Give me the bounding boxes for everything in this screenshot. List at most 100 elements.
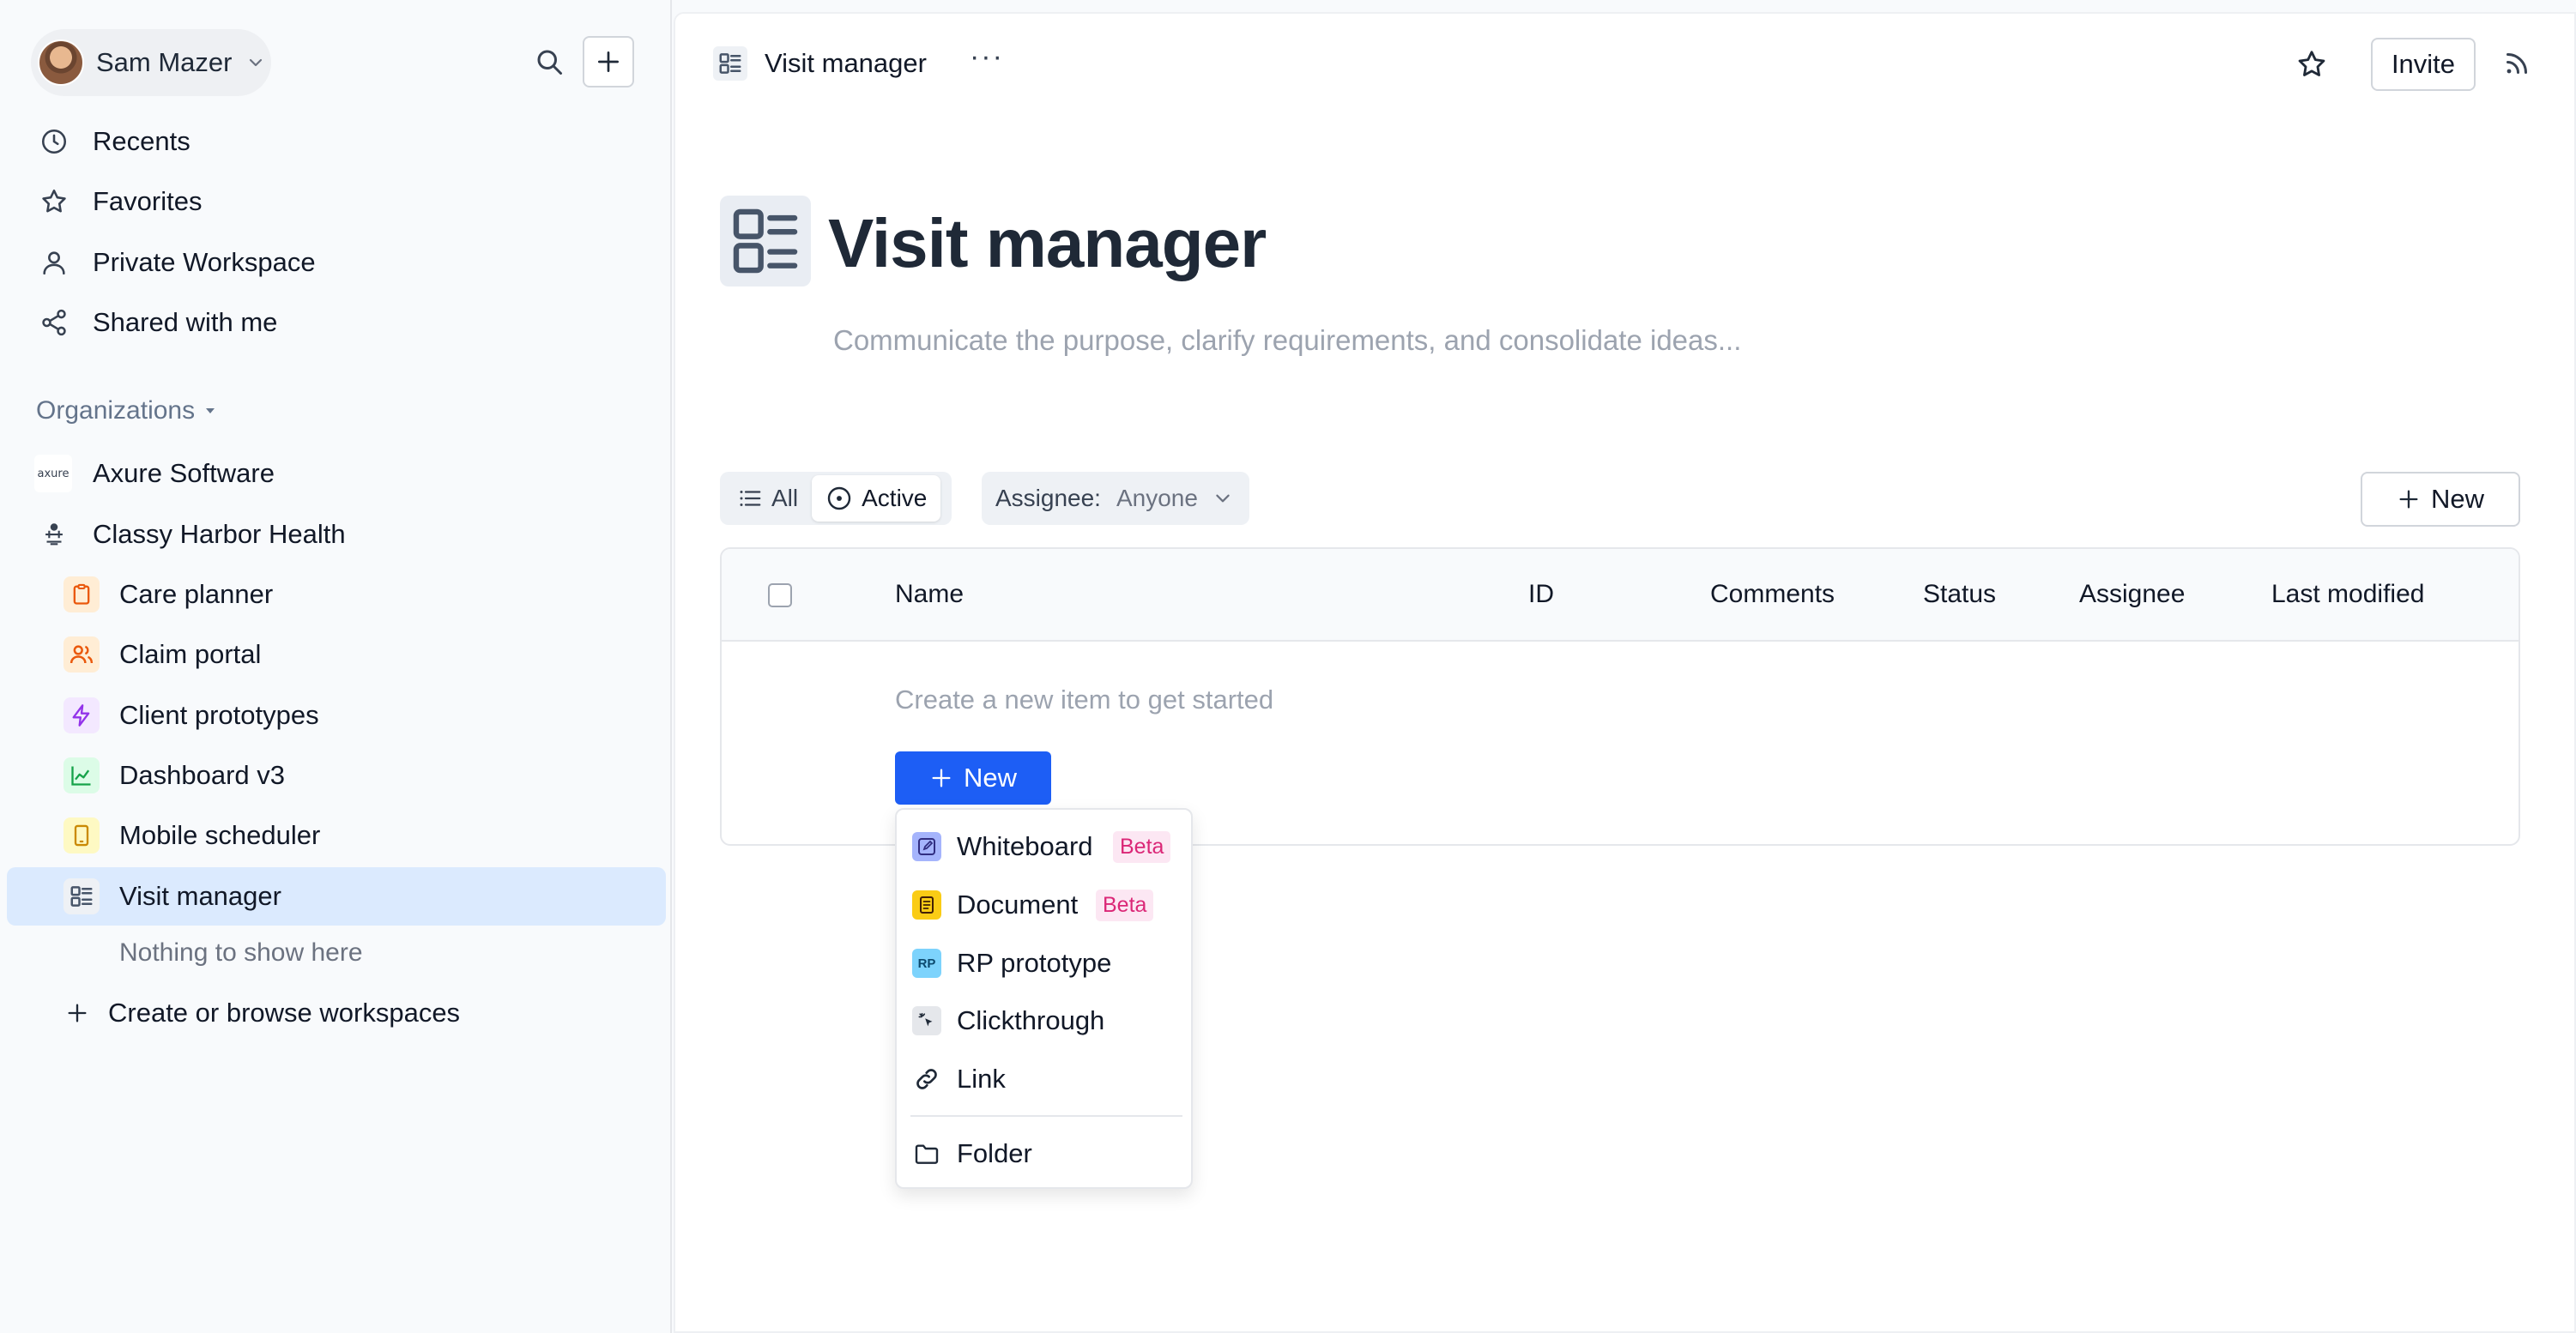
list-layout-icon — [713, 46, 747, 81]
folder-icon — [912, 1139, 941, 1168]
workspace-dashboard-v3[interactable]: Dashboard v3 — [7, 746, 666, 805]
user-name: Sam Mazer — [96, 47, 233, 77]
nav-favorites[interactable]: Favorites — [7, 172, 666, 231]
menu-item-rp-prototype[interactable]: RP RP prototype — [897, 937, 1191, 990]
rp-prototype-icon: RP — [912, 949, 941, 978]
favorite-button[interactable] — [2295, 48, 2328, 81]
workspace-visit-manager[interactable]: Visit manager — [7, 867, 666, 926]
star-icon — [2295, 48, 2328, 81]
create-browse-workspaces-button[interactable]: Create or browse workspaces — [65, 998, 460, 1028]
org-classy-harbor-health[interactable]: Classy Harbor Health — [7, 505, 666, 564]
nav-private-workspace[interactable]: Private Workspace — [7, 233, 666, 292]
caret-down-icon — [203, 404, 217, 418]
list-layout-icon — [729, 204, 802, 278]
workspace-client-prototypes[interactable]: Client prototypes — [7, 686, 666, 745]
workspace-care-planner[interactable]: Care planner — [7, 565, 666, 624]
user-menu-button[interactable]: Sam Mazer — [31, 29, 271, 96]
assignee-filter-dropdown[interactable]: Assignee: Anyone — [982, 472, 1249, 525]
workspace-label: Dashboard v3 — [119, 760, 286, 790]
filter-active-button[interactable]: Active — [812, 475, 941, 522]
beta-badge: Beta — [1096, 889, 1154, 921]
assignee-filter-label: Assignee: — [995, 485, 1101, 511]
workspace-label: Care planner — [119, 579, 274, 609]
select-all-checkbox[interactable] — [768, 583, 792, 607]
page-title[interactable]: Visit manager — [828, 204, 1267, 283]
clipboard-icon — [63, 576, 100, 612]
assignee-filter-value: Anyone — [1116, 485, 1198, 511]
breadcrumb-title: Visit manager — [765, 48, 927, 78]
workspace-label: Client prototypes — [119, 700, 319, 730]
add-button[interactable] — [583, 36, 634, 87]
workspace-label: Mobile scheduler — [119, 820, 321, 850]
more-options-button[interactable]: ··· — [970, 40, 1004, 74]
column-header-id[interactable]: ID — [1528, 580, 1554, 609]
whiteboard-icon — [912, 832, 941, 861]
classy-harbor-logo-icon — [38, 518, 70, 551]
nav-recents[interactable]: Recents — [7, 112, 666, 171]
column-header-comments[interactable]: Comments — [1710, 580, 1835, 609]
nav-shared-with-me[interactable]: Shared with me — [7, 293, 666, 352]
column-header-last-modified[interactable]: Last modified — [2271, 580, 2424, 609]
list-icon — [737, 486, 763, 511]
empty-table-hint: Create a new item to get started — [895, 685, 1274, 715]
nav-private-label: Private Workspace — [93, 247, 316, 277]
organizations-header[interactable]: Organizations — [36, 396, 217, 425]
chart-icon — [63, 757, 100, 793]
search-button[interactable] — [523, 36, 575, 87]
filter-all-button[interactable]: All — [723, 475, 812, 522]
beta-badge: Beta — [1113, 830, 1171, 863]
menu-item-label: Folder — [957, 1138, 1032, 1168]
menu-item-label: Clickthrough — [957, 1005, 1105, 1035]
page-description[interactable]: Communicate the purpose, clarify require… — [833, 324, 1741, 357]
star-icon — [38, 185, 70, 218]
workspace-label: Visit manager — [119, 881, 281, 911]
table-header: Name ID Comments Status Assignee Last mo… — [722, 549, 2519, 642]
filter-active-label: Active — [862, 485, 928, 511]
org-axure-software[interactable]: axure Axure Software — [7, 444, 666, 503]
menu-item-clickthrough[interactable]: Clickthrough — [897, 994, 1191, 1047]
create-workspaces-label: Create or browse workspaces — [108, 998, 461, 1028]
column-header-status[interactable]: Status — [1923, 580, 1996, 609]
search-icon — [534, 46, 565, 77]
link-icon — [912, 1065, 941, 1094]
menu-item-document[interactable]: Document Beta — [897, 878, 1191, 932]
menu-item-label: RP prototype — [957, 948, 1112, 978]
users-icon — [63, 636, 100, 673]
invite-button[interactable]: Invite — [2371, 38, 2476, 91]
create-new-item-label: New — [963, 763, 1017, 793]
menu-item-folder[interactable]: Folder — [897, 1127, 1191, 1180]
create-new-item-button[interactable]: New — [895, 751, 1051, 805]
axure-logo-text: axure — [37, 467, 70, 480]
user-icon — [38, 246, 70, 279]
nav-shared-label: Shared with me — [93, 307, 278, 337]
avatar — [38, 39, 84, 86]
empty-workspace-note: Nothing to show here — [119, 938, 363, 967]
menu-item-whiteboard[interactable]: Whiteboard Beta — [897, 820, 1191, 873]
rss-icon — [2501, 48, 2532, 79]
plus-icon — [65, 1001, 89, 1025]
new-item-label: New — [2430, 484, 2484, 514]
page-icon[interactable] — [720, 196, 811, 287]
share-icon — [38, 306, 70, 339]
org-label: Axure Software — [93, 458, 275, 488]
filter-all-label: All — [771, 485, 799, 511]
menu-divider — [910, 1115, 1182, 1117]
workspace-claim-portal[interactable]: Claim portal — [7, 625, 666, 684]
items-table: Name ID Comments Status Assignee Last mo… — [720, 547, 2520, 846]
new-item-button[interactable]: New — [2361, 472, 2520, 527]
document-icon — [912, 890, 941, 920]
column-header-assignee[interactable]: Assignee — [2079, 580, 2185, 609]
rp-badge-text: RP — [917, 956, 936, 971]
menu-item-link[interactable]: Link — [897, 1053, 1191, 1106]
new-item-menu: Whiteboard Beta Document Beta RP RP prot… — [895, 808, 1193, 1189]
rss-feed-button[interactable] — [2501, 48, 2532, 79]
plus-icon — [595, 48, 622, 75]
sidebar: Sam Mazer Recents Favorites Private Work… — [0, 0, 672, 1333]
org-label: Classy Harbor Health — [93, 519, 346, 549]
column-header-name[interactable]: Name — [895, 580, 964, 609]
breadcrumb: Visit manager ··· — [713, 40, 1004, 81]
chevron-down-icon — [1213, 489, 1232, 508]
status-filter-toggle: All Active — [720, 472, 952, 525]
workspace-mobile-scheduler[interactable]: Mobile scheduler — [7, 806, 666, 865]
plus-icon — [2397, 487, 2421, 511]
